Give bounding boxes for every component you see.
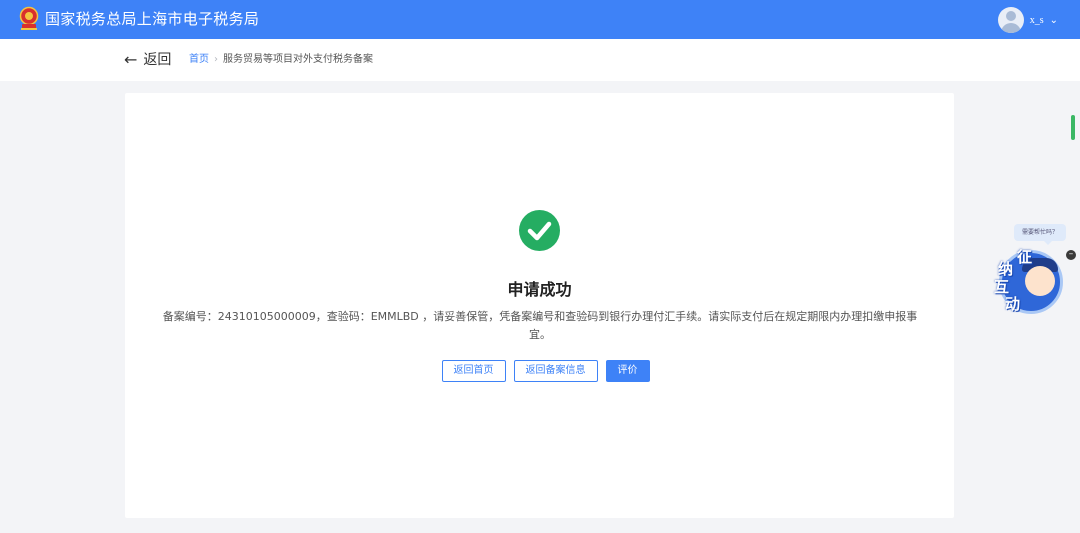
scrollbar-thumb[interactable] [1071,115,1075,140]
app-title: 国家税务总局上海市电子税务局 [45,10,260,28]
assistant-widget[interactable]: 征 纳 互 动 [994,246,1067,318]
back-label[interactable]: 返回 [143,51,171,69]
assistant-char-1: 征 [1017,248,1033,266]
chevron-right-icon: › [214,54,218,65]
success-check-icon [519,210,560,251]
chevron-down-icon[interactable]: ⌄ [1050,15,1058,26]
top-header: 国家税务总局上海市电子税务局 x_s ⌄ [0,0,1080,39]
breadcrumb: 首页 › 服务贸易等项目对外支付税务备案 [189,54,373,66]
username[interactable]: x_s [1030,15,1044,26]
return-record-info-button[interactable]: 返回备案信息 [513,360,598,382]
assistant-char-4: 动 [1005,295,1021,313]
result-card: 申请成功 备案编号：24310105000009，查验码：EMMLBD ，请妥善… [125,93,954,518]
officer-face-icon [1025,266,1055,296]
user-menu[interactable]: x_s ⌄ [997,7,1058,33]
back-button[interactable]: ← 返回 [124,51,171,69]
close-icon[interactable]: – [1066,250,1076,260]
avatar[interactable] [997,7,1024,33]
return-home-button[interactable]: 返回首页 [441,360,506,382]
success-message: 备案编号：24310105000009，查验码：EMMLBD ，请妥善保管，凭备… [162,310,918,341]
action-buttons: 返回首页 返回备案信息 评价 [125,360,954,382]
breadcrumb-home-link[interactable]: 首页 [189,54,209,66]
success-title: 申请成功 [507,280,572,299]
rate-button[interactable]: 评价 [605,360,650,382]
assistant-bubble[interactable]: 需要帮忙吗？ [1014,224,1066,245]
breadcrumb-bar: ← 返回 首页 › 服务贸易等项目对外支付税务备案 [0,39,1080,81]
breadcrumb-current: 服务贸易等项目对外支付税务备案 [223,54,373,65]
national-emblem-icon [19,6,39,30]
arrow-left-icon[interactable]: ← [124,51,137,69]
